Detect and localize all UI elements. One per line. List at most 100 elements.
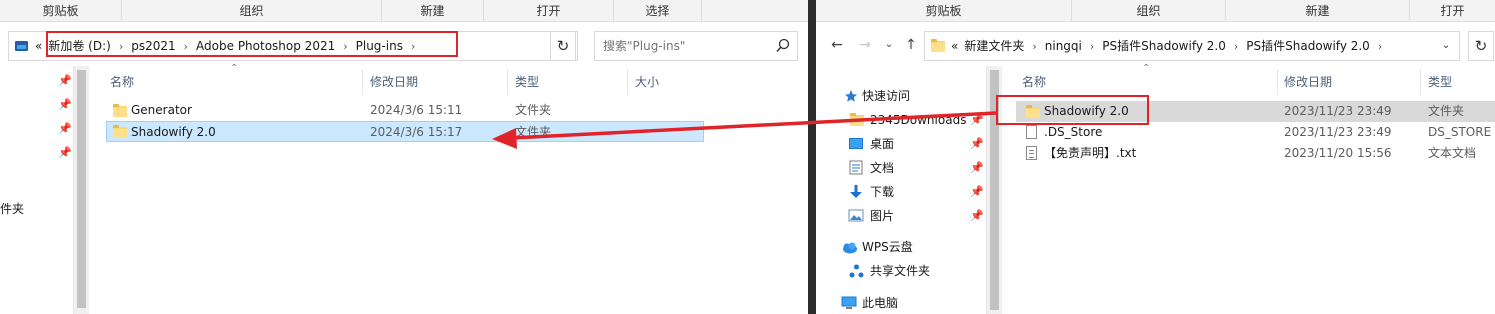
breadcrumb-overflow[interactable]: « — [35, 32, 42, 60]
nav-item-this-pc[interactable]: 此电脑 — [862, 292, 898, 314]
file-row[interactable]: Generator 2024/3/6 15:11 文件夹 — [106, 100, 704, 121]
chevron-right-icon[interactable]: › — [1090, 33, 1094, 61]
ribbon-group-organize[interactable]: 组织 — [122, 0, 382, 22]
column-divider[interactable] — [362, 69, 363, 95]
ribbon-group-open[interactable]: 打开 — [484, 0, 614, 22]
left-search-box[interactable] — [594, 31, 798, 61]
chevron-right-icon[interactable]: › — [1378, 33, 1382, 61]
file-date: 2023/11/23 23:49 — [1284, 104, 1392, 118]
file-row[interactable]: .DS_Store 2023/11/23 23:49 DS_STORE 文 — [1016, 122, 1495, 143]
file-date: 2024/3/6 15:11 — [370, 103, 463, 117]
breadcrumb-ps-plugin-inner[interactable]: PS插件Shadowify 2.0 — [1246, 32, 1370, 60]
chevron-right-icon[interactable]: › — [411, 33, 415, 61]
pin-icon[interactable]: 📌 — [970, 185, 984, 198]
column-header-date[interactable]: 修改日期 — [370, 69, 418, 95]
address-dropdown-icon[interactable]: ⌄ — [1435, 32, 1457, 60]
breadcrumb-ps-plugin[interactable]: PS插件Shadowify 2.0 — [1102, 32, 1226, 60]
file-name: Shadowify 2.0 — [131, 125, 216, 139]
search-input[interactable] — [603, 38, 753, 54]
chevron-right-icon[interactable]: › — [184, 33, 188, 61]
left-address-row: «新加卷 (D:) › ps2021 › Adobe Photoshop 2021 › Pl… — [0, 28, 808, 64]
right-address-row: ← → ⌄ ↑ «新建文件夹 › ningqi › PS插件Shadowify 2.0 ›… — [816, 28, 1495, 64]
download-icon — [850, 185, 862, 198]
breadcrumb-plugins[interactable]: Plug-ins — [356, 32, 403, 60]
left-nav-scrollbar[interactable] — [73, 66, 89, 314]
file-type: DS_STORE 文 — [1428, 125, 1495, 139]
pin-icon[interactable]: 📌 — [58, 146, 72, 159]
nav-item-quick-access[interactable]: 快速访问 — [862, 85, 910, 107]
ribbon-group-clipboard[interactable]: 剪贴板 — [816, 0, 1072, 22]
column-header-date[interactable]: 修改日期 — [1284, 69, 1332, 95]
scrollbar-thumb[interactable] — [77, 70, 86, 308]
share-icon — [849, 264, 864, 278]
ribbon-group-new[interactable]: 新建 — [1226, 0, 1410, 22]
recent-dropdown-icon[interactable]: ⌄ — [880, 36, 898, 54]
desktop-icon — [849, 138, 863, 149]
column-header-name[interactable]: 名称 — [110, 69, 134, 95]
pin-icon[interactable]: 📌 — [970, 161, 984, 174]
nav-item-wps-cloud[interactable]: WPS云盘 — [862, 236, 913, 258]
pin-icon[interactable]: 📌 — [58, 74, 72, 87]
back-arrow-icon[interactable]: ← — [828, 36, 846, 54]
file-type: 文件夹 — [515, 125, 552, 139]
right-nav-scrollbar[interactable] — [986, 66, 1002, 314]
picture-icon — [848, 209, 864, 222]
file-type: 文件夹 — [515, 103, 552, 117]
chevron-right-icon[interactable]: › — [119, 33, 123, 61]
left-ribbon: 剪贴板 组织 新建 打开 选择 — [0, 0, 808, 22]
breadcrumb-overflow[interactable]: « — [951, 32, 958, 60]
ribbon-group-new[interactable]: 新建 — [382, 0, 484, 22]
scrollbar-thumb[interactable] — [990, 70, 999, 310]
search-icon[interactable] — [775, 38, 791, 54]
nav-item-downloads[interactable]: 下载 — [870, 181, 894, 203]
chevron-right-icon[interactable]: › — [1234, 33, 1238, 61]
nav-item-cut[interactable]: 件夹 — [0, 198, 24, 220]
chevron-right-icon[interactable]: › — [1032, 33, 1036, 61]
file-row[interactable]: 【免责声明】.txt 2023/11/20 15:56 文本文档 — [1016, 143, 1495, 164]
breadcrumb-new-folder[interactable]: 新建文件夹 — [964, 32, 1024, 60]
forward-arrow-icon[interactable]: → — [856, 36, 874, 54]
right-address-bar[interactable]: «新建文件夹 › ningqi › PS插件Shadowify 2.0 › PS插件Shad… — [924, 31, 1460, 61]
file-type: 文件夹 — [1428, 104, 1465, 118]
breadcrumb-ps2021[interactable]: ps2021 — [131, 32, 175, 60]
nav-item-shared-folder[interactable]: 共享文件夹 — [870, 260, 930, 282]
breadcrumb-photoshop[interactable]: Adobe Photoshop 2021 — [196, 32, 335, 60]
column-header-type[interactable]: 类型 — [1428, 69, 1452, 95]
column-divider[interactable] — [1420, 69, 1421, 95]
ribbon-group-clipboard[interactable]: 剪贴板 — [0, 0, 122, 22]
chevron-right-icon[interactable]: › — [343, 33, 347, 61]
column-divider[interactable] — [507, 69, 508, 95]
ribbon-group-open[interactable]: 打开 — [1410, 0, 1495, 22]
text-file-icon — [1026, 146, 1037, 160]
refresh-button[interactable]: ↻ — [1468, 31, 1494, 61]
up-arrow-icon[interactable]: ↑ — [902, 36, 920, 54]
right-explorer-window: 剪贴板 组织 新建 打开 ← → ⌄ ↑ «新建文件夹 › ningqi › PS插件S… — [816, 0, 1495, 314]
nav-item-2345downloads[interactable]: 2345Downloads — [870, 109, 966, 131]
pin-icon[interactable]: 📌 — [970, 209, 984, 222]
file-row-selected[interactable]: Shadowify 2.0 2024/3/6 15:17 文件夹 — [106, 121, 704, 142]
nav-item-documents[interactable]: 文档 — [870, 157, 894, 179]
pin-icon[interactable]: 📌 — [58, 122, 72, 135]
breadcrumb-ningqi[interactable]: ningqi — [1045, 32, 1082, 60]
column-header-size[interactable]: 大小 — [635, 69, 659, 95]
cloud-icon — [843, 242, 857, 254]
ribbon-group-select[interactable]: 选择 — [614, 0, 702, 22]
nav-item-desktop[interactable]: 桌面 — [870, 133, 894, 155]
folder-icon — [931, 39, 945, 52]
pin-icon[interactable]: 📌 — [970, 137, 984, 150]
right-breadcrumb: «新建文件夹 › ningqi › PS插件Shadowify 2.0 › PS插件Shad… — [951, 32, 1390, 60]
column-divider[interactable] — [627, 69, 628, 95]
pin-icon[interactable]: 📌 — [58, 98, 72, 111]
star-icon — [845, 90, 857, 102]
left-address-bar[interactable]: «新加卷 (D:) › ps2021 › Adobe Photoshop 2021 › Pl… — [8, 31, 578, 61]
file-row-hovered[interactable]: Shadowify 2.0 2023/11/23 23:49 文件夹 — [1016, 101, 1495, 122]
refresh-button[interactable]: ↻ — [550, 31, 576, 61]
column-header-name[interactable]: 名称 — [1022, 69, 1046, 95]
column-header-type[interactable]: 类型 — [515, 69, 539, 95]
ribbon-group-organize[interactable]: 组织 — [1072, 0, 1226, 22]
folder-icon — [850, 113, 864, 126]
column-divider[interactable] — [1277, 69, 1278, 95]
breadcrumb-drive[interactable]: 新加卷 (D:) — [48, 32, 110, 60]
nav-item-pictures[interactable]: 图片 — [870, 205, 894, 227]
pin-icon[interactable]: 📌 — [970, 113, 984, 126]
